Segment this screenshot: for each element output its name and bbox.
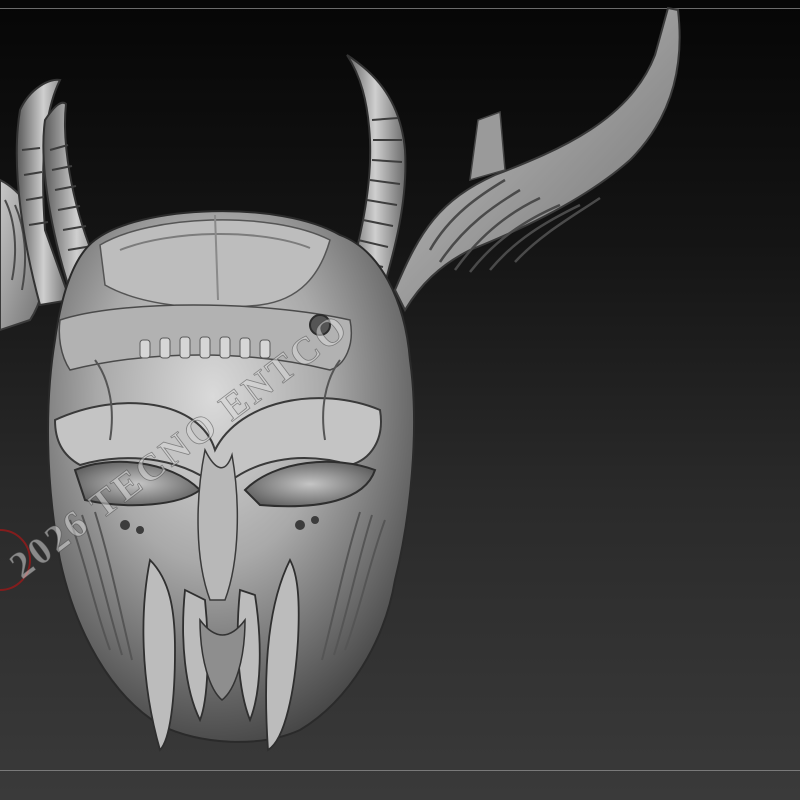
3d-viewport[interactable]: 2026 TECNO ENTCO <box>0 0 800 800</box>
sculpted-mask-model[interactable] <box>0 0 800 800</box>
mask-head <box>47 210 416 752</box>
right-wing-horn <box>393 6 681 313</box>
